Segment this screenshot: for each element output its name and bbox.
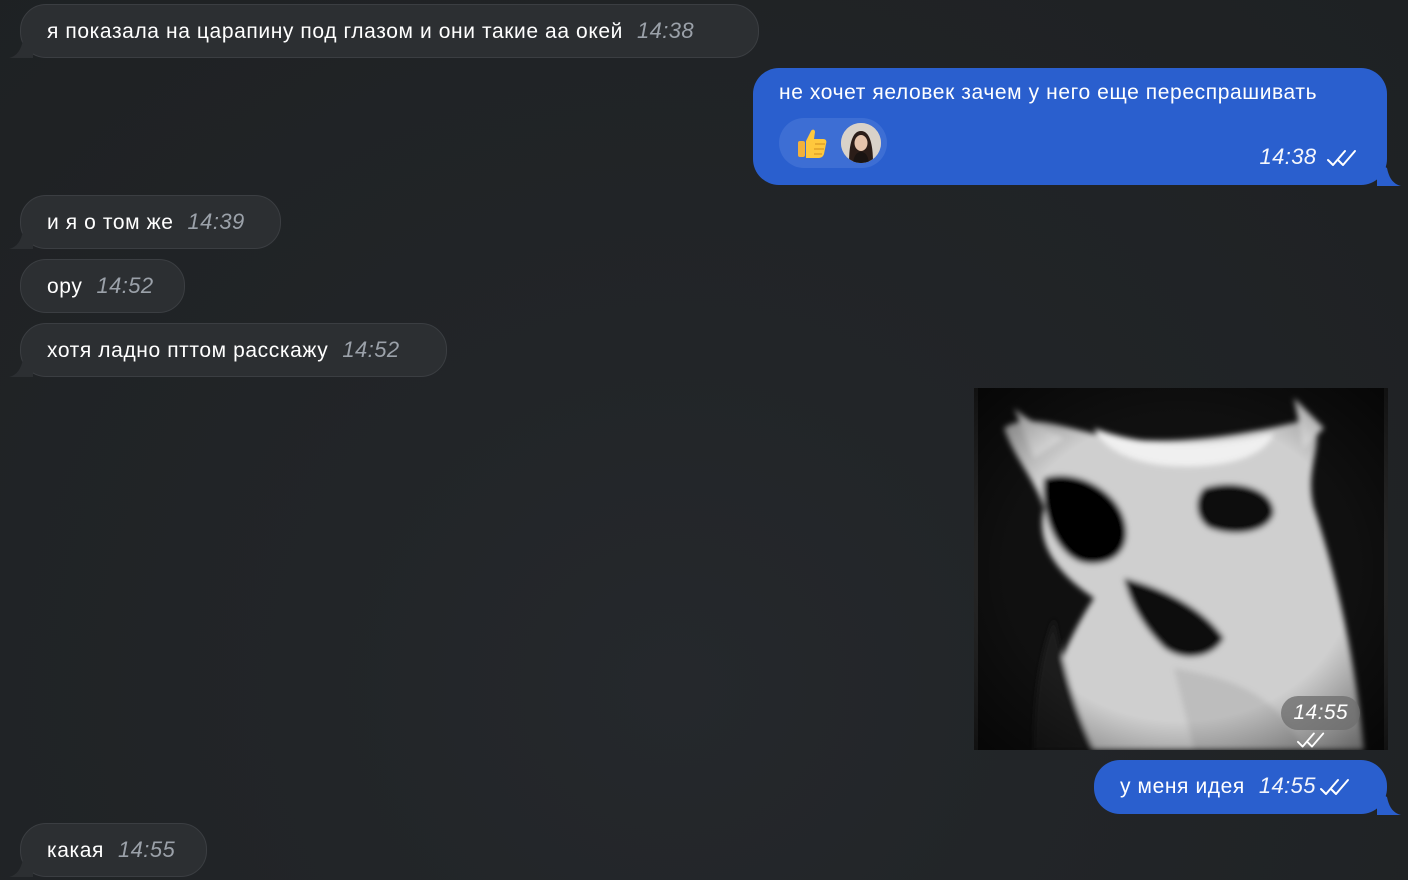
message-time: 14:39 xyxy=(187,209,245,234)
bubble-tail xyxy=(1377,162,1401,186)
chat-message-list[interactable]: я показала на царапину под глазом и они … xyxy=(0,0,1408,880)
message-incoming[interactable]: ору 14:52 xyxy=(20,259,185,313)
message-time: 14:55 xyxy=(118,837,176,862)
message-incoming[interactable]: хотя ладно пттом расскажу 14:52 xyxy=(9,323,447,377)
double-check-icon xyxy=(1327,150,1356,167)
reactor-avatar[interactable] xyxy=(841,123,881,163)
message-outgoing[interactable]: не хочет яеловек зачем у него еще пересп… xyxy=(753,68,1401,186)
double-check-icon xyxy=(1319,779,1349,796)
image-message[interactable]: 14:55 xyxy=(974,388,1388,750)
message-time: 14:38 xyxy=(1259,144,1317,169)
message-incoming[interactable]: какая 14:55 xyxy=(9,823,207,877)
bubble-tail xyxy=(9,225,33,249)
message-incoming[interactable]: я показала на царапину под глазом и они … xyxy=(9,4,759,58)
message-text: и я о том же xyxy=(47,211,174,234)
message-text: не хочет яеловек зачем у него еще пересп… xyxy=(779,81,1318,104)
bubble-tail xyxy=(9,34,33,58)
message-meta: 14:38 xyxy=(1260,144,1360,171)
bubble-tail xyxy=(1377,791,1401,815)
reaction-chip[interactable] xyxy=(779,118,887,168)
message-text: ору xyxy=(47,275,83,298)
message-time: 14:38 xyxy=(636,18,695,43)
bubble-tail xyxy=(9,353,33,377)
image-timestamp: 14:55 xyxy=(1281,696,1360,748)
avatar-image xyxy=(841,123,881,163)
message-time: 14:52 xyxy=(342,337,400,362)
message-text: у меня идея xyxy=(1120,775,1245,798)
message-text: хотя ладно пттом расскажу xyxy=(47,339,329,362)
message-time: 14:52 xyxy=(96,273,154,298)
message-outgoing[interactable]: у меня идея 14:55 xyxy=(1094,760,1401,815)
bubble-tail xyxy=(9,853,33,877)
thumbs-up-icon xyxy=(798,129,827,158)
message-time: 14:55 xyxy=(1258,773,1316,798)
message-text: я показала на царапину под глазом и они … xyxy=(47,20,623,43)
message-text: какая xyxy=(47,839,105,862)
message-incoming[interactable]: и я о том же 14:39 xyxy=(9,195,281,249)
message-time: 14:55 xyxy=(1293,701,1348,724)
double-check-icon xyxy=(1297,732,1325,748)
